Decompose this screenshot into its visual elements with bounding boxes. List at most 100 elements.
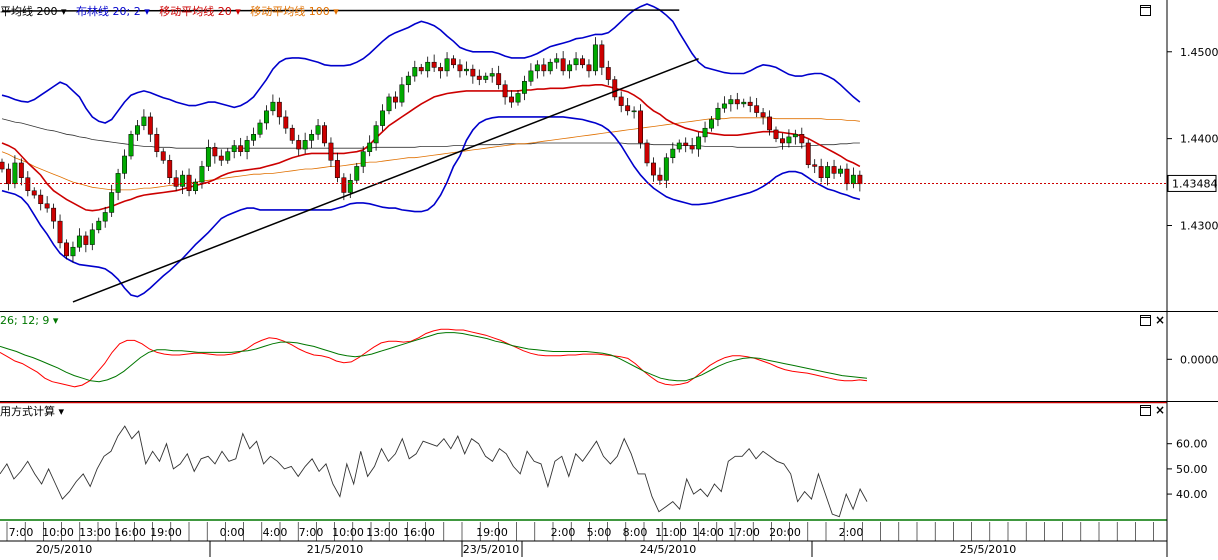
legend-bollinger[interactable]: 布林线 20; 2 ▾ <box>76 5 150 18</box>
candle-down <box>418 67 424 72</box>
candle-up <box>547 61 553 72</box>
macd-legend[interactable]: 26; 12; 9 ▾ <box>0 314 58 327</box>
candle-up <box>231 145 237 152</box>
time-tick-label: 20:00 <box>769 526 801 539</box>
candle-down <box>25 177 31 191</box>
candle-down <box>431 61 437 68</box>
candle-up <box>663 157 669 181</box>
candle-up <box>115 173 121 193</box>
price-chart[interactable]: 1.45000 1.44000 1.43000 1.43484 <box>0 0 1218 312</box>
time-tick-label: 4:00 <box>263 526 288 539</box>
candle-up <box>573 58 579 66</box>
candle-up <box>631 110 637 113</box>
candle-up <box>122 155 127 174</box>
candle-up <box>309 134 315 141</box>
candle-down <box>18 162 24 178</box>
candle-down <box>651 162 656 176</box>
candle-down <box>605 67 611 80</box>
candle-up <box>205 147 211 167</box>
candle-down <box>38 194 44 205</box>
time-axis: 7:00 10:00 13:00 16:00 19:00 0:00 4:00 7:00 10:0… <box>0 522 1218 557</box>
candle-up <box>270 101 276 112</box>
candle-down <box>83 235 89 245</box>
macd-chart[interactable]: 0.0000 <box>0 312 1218 402</box>
legend-ma100[interactable]: 移动平均线 100 ▾ <box>250 5 339 18</box>
time-tick-label: 2:00 <box>551 526 576 539</box>
candle-down <box>393 96 398 103</box>
indicator-legend: 平均线 200 ▾ 布林线 20; 2 ▾ 移动平均线 20 ▾ 移动平均线 1… <box>0 3 345 19</box>
candle-up <box>670 148 676 158</box>
candle-up <box>12 162 18 185</box>
time-tick-label: 13:00 <box>366 526 398 539</box>
candle-up <box>76 235 82 248</box>
time-tick-label: 16:00 <box>403 526 435 539</box>
candle-down <box>160 151 166 161</box>
candle-down <box>612 79 618 98</box>
time-tick-label: 2:00 <box>839 526 864 539</box>
candle-up <box>592 44 598 72</box>
maximize-price-pane-icon[interactable] <box>1140 5 1151 16</box>
time-tick-label: 13:00 <box>79 526 111 539</box>
candle-down <box>212 147 218 157</box>
candle-down <box>44 203 50 209</box>
close-rsi-pane-icon[interactable]: × <box>1155 404 1165 416</box>
candle-down <box>218 155 224 161</box>
candle-down <box>57 220 63 244</box>
rsi-legend[interactable]: 用方式计算 ▾ <box>0 403 64 419</box>
candle-up <box>709 119 714 129</box>
candle-down <box>167 160 173 178</box>
candle-up <box>425 61 431 72</box>
candle-down <box>322 125 327 144</box>
candle-down <box>799 134 805 144</box>
candle-down <box>154 134 160 152</box>
candle-up <box>347 180 353 193</box>
support-trendline <box>72 58 699 303</box>
candle-up <box>412 67 418 77</box>
candle-up <box>483 75 489 80</box>
legend-ma20[interactable]: 移动平均线 20 ▾ <box>159 5 241 18</box>
candle-up <box>244 140 250 152</box>
candle-up <box>360 151 366 167</box>
macd-line <box>0 328 868 388</box>
candle-up <box>489 73 495 77</box>
candle-down <box>689 145 695 150</box>
time-tick-label: 7:00 <box>9 526 34 539</box>
candle-up <box>528 70 534 82</box>
candle-up <box>251 134 257 141</box>
candle-down <box>31 190 37 196</box>
candle-down <box>747 101 753 106</box>
maximize-macd-pane-icon[interactable] <box>1140 315 1151 326</box>
candle-down <box>541 64 547 72</box>
candle-up <box>741 101 747 105</box>
candle-up <box>199 166 205 183</box>
candle-down <box>502 84 508 98</box>
legend-ma200[interactable]: 平均线 200 ▾ <box>0 5 67 18</box>
y-tick-label: 50.00 <box>1176 463 1208 476</box>
candle-up <box>180 174 186 187</box>
candle-down <box>657 174 663 181</box>
candle-up <box>399 84 405 103</box>
candle-down <box>780 138 785 144</box>
candle-up <box>786 136 792 144</box>
candle-up <box>315 125 321 135</box>
maximize-rsi-pane-icon[interactable] <box>1140 405 1151 416</box>
candle-down <box>496 73 502 86</box>
candle-up <box>676 142 682 150</box>
date-tick-label: 20/5/2010 <box>36 543 92 556</box>
candle-up <box>702 127 708 138</box>
rsi-chart[interactable]: 60.00 50.00 40.00 <box>0 401 1218 522</box>
candle-down <box>186 174 192 191</box>
candle-up <box>515 93 521 103</box>
candle-down <box>857 174 863 185</box>
candle-down <box>805 142 811 165</box>
close-macd-pane-icon[interactable]: × <box>1155 314 1165 326</box>
candle-down <box>6 168 11 185</box>
candle-up <box>109 192 115 213</box>
candle-down <box>509 96 515 103</box>
candle-up <box>567 64 573 72</box>
candle-down <box>625 105 631 112</box>
current-price-label: 1.43484 <box>1172 177 1218 190</box>
date-tick-label: 25/5/2010 <box>960 543 1016 556</box>
candle-down <box>438 67 444 72</box>
candle-up <box>89 229 95 245</box>
